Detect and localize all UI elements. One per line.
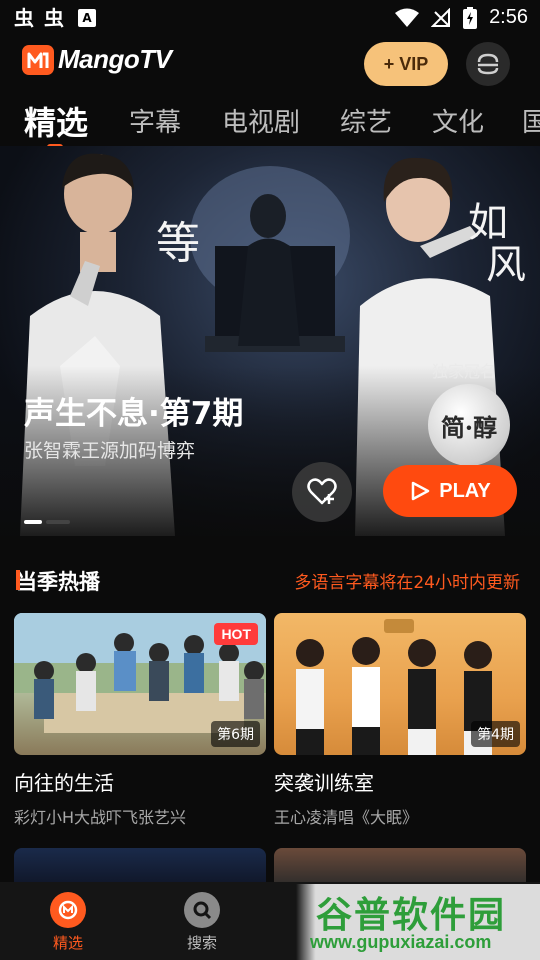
sponsor-badge[interactable]: 简·醇 [428,384,510,466]
episode-badge: 第6期 [211,721,260,747]
nav-item-featured[interactable]: 精选 [28,892,108,953]
tab-more[interactable]: 国 [522,102,540,139]
nav-item-search[interactable]: 搜索 [162,892,242,953]
mango-home-icon [50,892,86,928]
nav-label: 精选 [52,934,83,952]
status-bar: 虫 虫 A 2:56 [0,0,540,36]
no-signal-icon [431,7,451,27]
app-logo[interactable]: MangoTV [22,44,172,75]
hero-title: 声生不息·第7期 [24,396,244,432]
show-title: 向往的生活 [14,771,114,795]
status-bar-left: 虫 虫 A [14,6,96,30]
tab-variety[interactable]: 综艺 [340,102,392,139]
status-bar-right: 2:56 [395,6,528,29]
menu-icon [477,53,499,75]
favorite-button[interactable] [292,462,352,522]
section-note: 多语言字幕将在24小时内更新 [294,573,520,593]
play-button[interactable]: PLAY [383,465,517,517]
tab-tv-series[interactable]: 电视剧 [222,102,300,139]
show-thumbnail: 第4期 [274,613,526,755]
show-card[interactable]: HOT 第6期 向往的生活 彩灯小H大战吓飞张艺兴 [14,613,266,828]
play-icon [411,481,430,501]
play-label: PLAY [439,479,491,502]
section-title-text: 当季热播 [16,570,100,594]
show-description: 彩灯小H大战吓飞张艺兴 [14,808,187,827]
notification-icon: 虫 [14,6,34,30]
category-tabs: 精选 字幕 电视剧 综艺 文化 国 [0,96,540,146]
search-icon [184,892,220,928]
hot-badge: HOT [214,623,258,645]
battery-icon [463,6,478,29]
poster-text-left: 等 [156,218,200,269]
notification-icon: 虫 [44,6,64,30]
heart-plus-icon [307,478,337,505]
clock: 2:56 [489,6,528,28]
tab-culture[interactable]: 文化 [432,102,484,139]
vip-button[interactable]: + VIP [364,42,448,86]
section-accent-bar [16,570,20,590]
show-title: 突袭训练室 [274,771,374,795]
watermark-url: www.gupuxiazai.com [310,932,492,952]
carousel-indicator [24,520,70,524]
carousel-dot [46,520,70,524]
watermark: 谷普软件园 www.gupuxiazai.com [296,884,540,960]
tab-featured[interactable]: 精选 [24,98,88,144]
sponsor-label: 独家冠名 [432,362,497,381]
section-title: 当季热播 [16,566,100,596]
hero-subtitle: 张智霖王源加码博弈 [24,440,196,462]
poster-text-right-1: 如 [468,200,508,246]
wifi-icon [395,8,420,27]
episode-badge: 第4期 [471,721,520,747]
nav-label: 搜索 [186,934,217,952]
poster-text-right-2: 风 [486,242,526,288]
show-card[interactable]: 第4期 突袭训练室 王心凌清唱《大眠》 [274,613,526,828]
menu-button[interactable] [466,42,510,86]
show-description: 王心凌清唱《大眠》 [274,808,419,827]
logo-text: MangoTV [58,44,172,74]
show-thumbnail: HOT 第6期 [14,613,266,755]
tab-subtitles[interactable]: 字幕 [129,102,181,139]
a-badge-icon: A [78,9,96,27]
carousel-dot-active [24,520,42,524]
watermark-title: 谷普软件园 [316,895,507,936]
mango-logo-icon [22,44,54,75]
